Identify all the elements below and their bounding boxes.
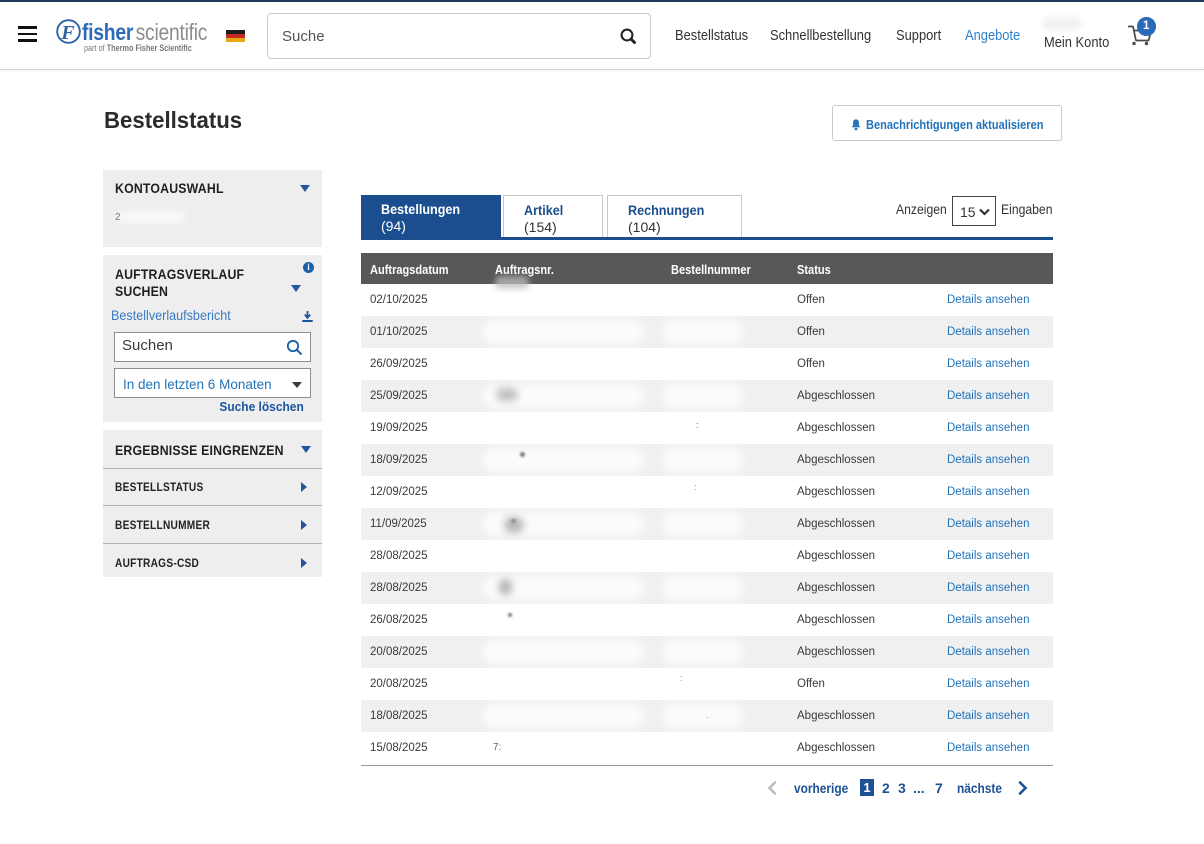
svg-text:F: F — [60, 22, 75, 44]
